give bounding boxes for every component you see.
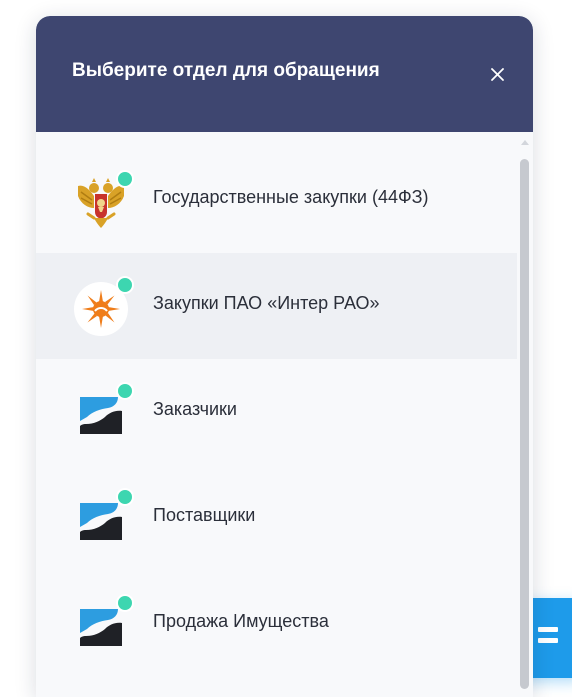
department-label: Закупки ПАО «Интер РАО» bbox=[153, 293, 380, 313]
online-status-dot bbox=[116, 594, 134, 612]
close-button[interactable] bbox=[482, 58, 514, 90]
scrollbar[interactable] bbox=[517, 132, 533, 697]
dialog-header: Выберите отдел для обращения bbox=[36, 16, 533, 132]
online-status-dot bbox=[116, 170, 134, 188]
department-item-customers[interactable]: Заказчики bbox=[36, 359, 517, 465]
department-item-suppliers[interactable]: Поставщики bbox=[36, 465, 517, 571]
scrollbar-thumb[interactable] bbox=[520, 159, 529, 689]
page: Выберите отдел для обращения Государстве… bbox=[0, 0, 572, 697]
department-label: Государственные закупки (44ФЗ) bbox=[153, 187, 429, 207]
department-label: Продажа Имущества bbox=[153, 611, 329, 631]
department-item-gov-procurement[interactable]: Государственные закупки (44ФЗ) bbox=[36, 147, 517, 253]
department-list: Государственные закупки (44ФЗ) Закупки П… bbox=[36, 147, 517, 677]
online-status-dot bbox=[116, 382, 134, 400]
chat-lines-icon bbox=[538, 627, 558, 632]
scroll-up-arrow-icon[interactable] bbox=[521, 140, 529, 145]
close-icon bbox=[491, 68, 504, 81]
department-select-dialog: Выберите отдел для обращения Государстве… bbox=[36, 16, 533, 697]
chat-lines-icon-bar bbox=[538, 638, 558, 643]
department-label: Поставщики bbox=[153, 505, 256, 525]
dialog-title: Выберите отдел для обращения bbox=[72, 60, 380, 81]
department-item-property-sale[interactable]: Продажа Имущества bbox=[36, 571, 517, 677]
online-status-dot bbox=[116, 276, 134, 294]
department-item-inter-rao[interactable]: Закупки ПАО «Интер РАО» bbox=[36, 253, 517, 359]
department-label: Заказчики bbox=[153, 399, 237, 419]
online-status-dot bbox=[116, 488, 134, 506]
